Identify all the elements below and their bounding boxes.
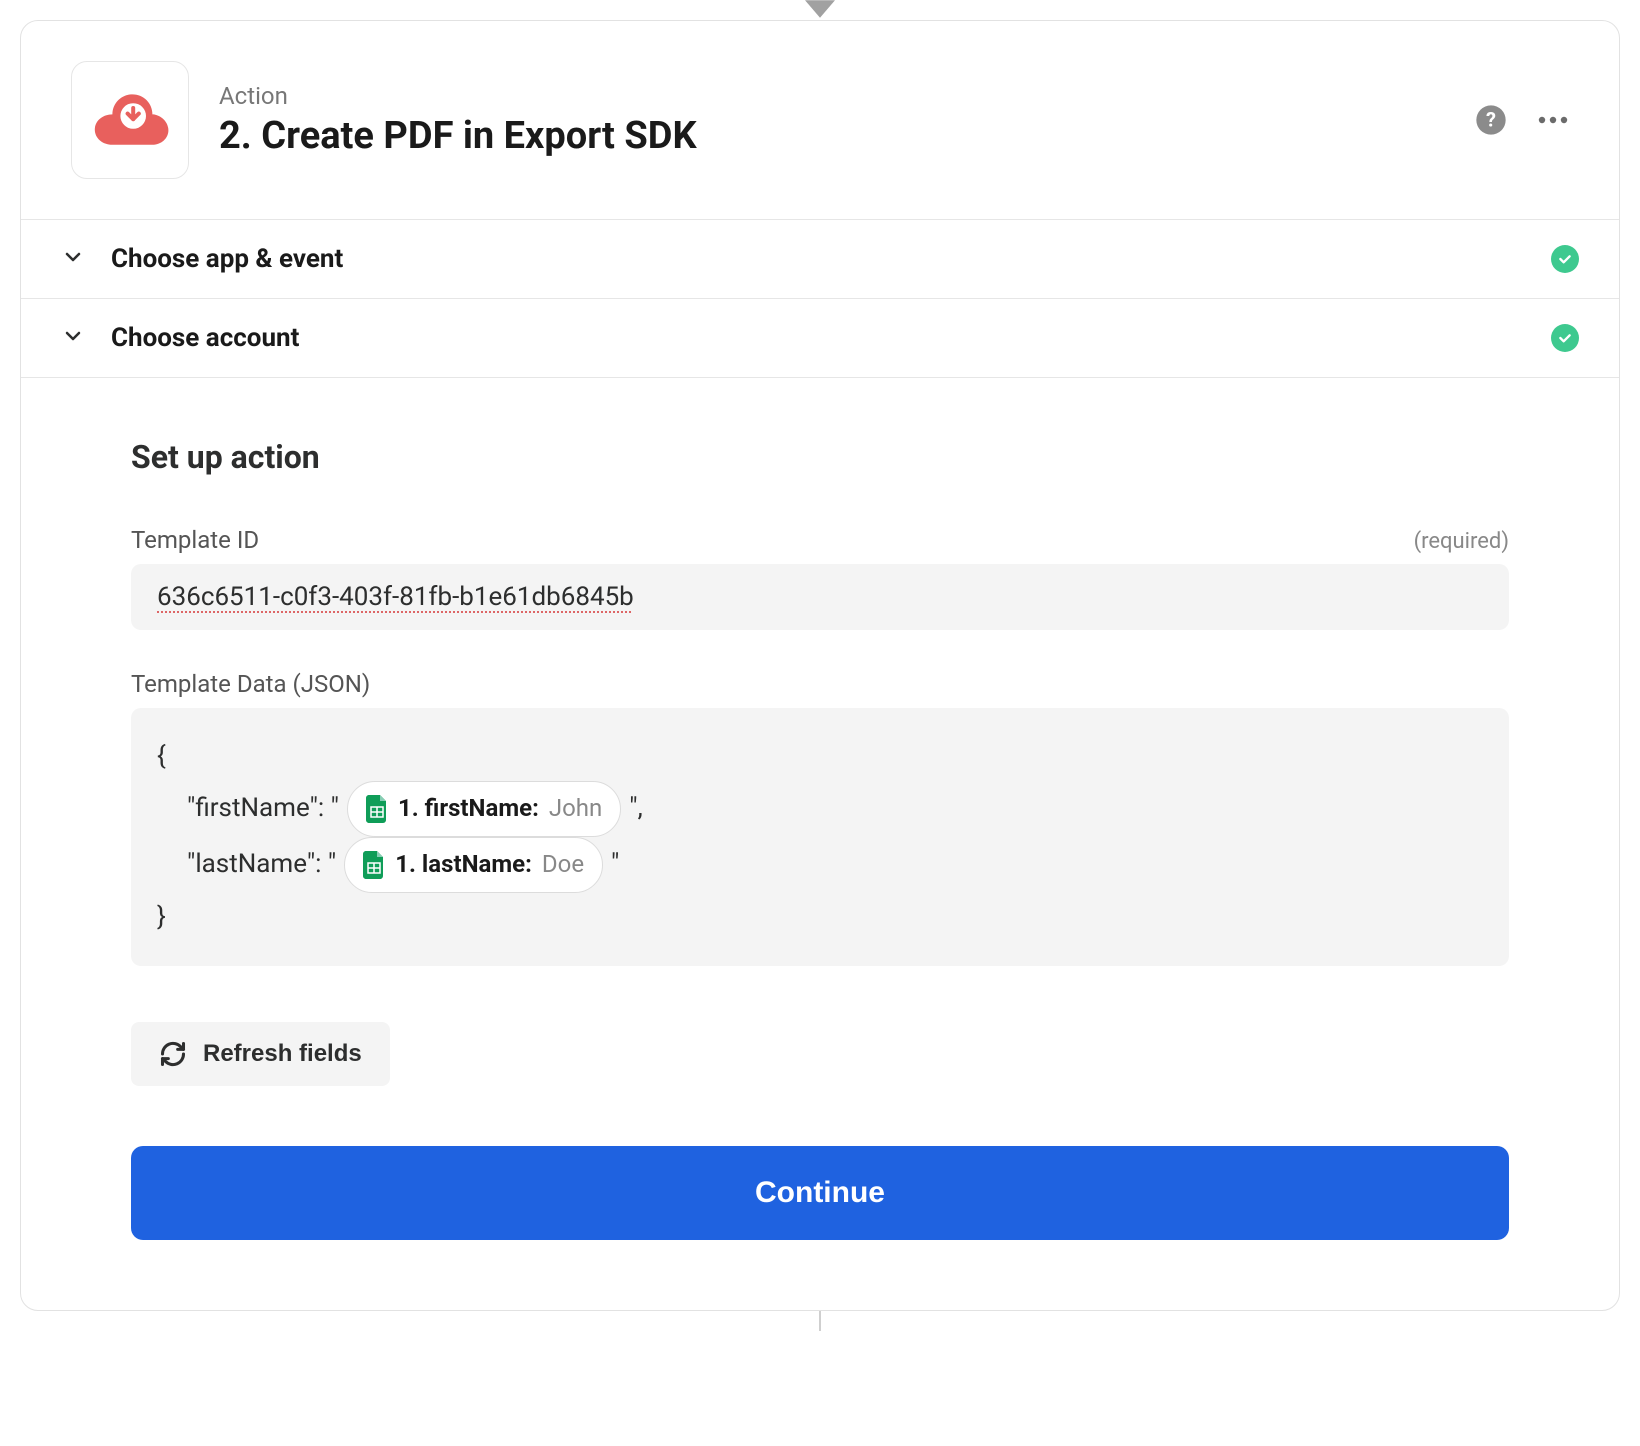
field-pill-lastname[interactable]: 1. lastName: Doe <box>344 837 603 893</box>
field-pill-firstname[interactable]: 1. firstName: John <box>347 781 621 837</box>
template-data-input[interactable]: { "firstName": " 1. firstName: John ", "… <box>131 708 1509 966</box>
template-id-value: 636c6511-c0f3-403f-81fb-b1e61db6845b <box>157 582 634 612</box>
cloud-download-icon <box>90 90 170 150</box>
header-kicker: Action <box>219 82 1445 110</box>
section-heading: Set up action <box>131 438 1509 476</box>
check-badge <box>1551 245 1579 273</box>
refresh-label: Refresh fields <box>203 1040 362 1068</box>
required-label: (required) <box>1414 529 1509 554</box>
sheets-icon <box>366 795 388 823</box>
chevron-down-icon <box>61 324 85 352</box>
refresh-fields-button[interactable]: Refresh fields <box>131 1022 390 1086</box>
section-set-up-action: Set up action Template ID (required) 636… <box>21 377 1619 1310</box>
svg-text:?: ? <box>1486 108 1496 132</box>
header-title: 2. Create PDF in Export SDK <box>219 114 1445 158</box>
connector-arrow-top <box>20 0 1620 20</box>
section-label: Choose app & event <box>111 244 1525 274</box>
connector-line-bottom <box>20 1311 1620 1331</box>
sheets-icon <box>363 851 385 879</box>
template-id-label: Template ID <box>131 526 259 554</box>
card-header: Action 2. Create PDF in Export SDK ? <box>21 21 1619 219</box>
json-line-lastname: "lastName": " 1. lastName: Doe " <box>157 837 1483 893</box>
app-icon <box>71 61 189 179</box>
section-choose-account[interactable]: Choose account <box>21 298 1619 377</box>
continue-button[interactable]: Continue <box>131 1146 1509 1240</box>
json-close-brace: } <box>157 893 1483 942</box>
template-id-input[interactable]: 636c6511-c0f3-403f-81fb-b1e61db6845b <box>131 564 1509 630</box>
more-menu-icon[interactable] <box>1537 116 1569 124</box>
check-badge <box>1551 324 1579 352</box>
chevron-down-icon <box>61 245 85 273</box>
help-icon[interactable]: ? <box>1475 104 1507 136</box>
json-line-firstname: "firstName": " 1. firstName: John ", <box>157 781 1483 837</box>
action-card: Action 2. Create PDF in Export SDK ? Cho… <box>20 20 1620 1311</box>
template-data-label: Template Data (JSON) <box>131 670 370 698</box>
section-choose-app-event[interactable]: Choose app & event <box>21 219 1619 298</box>
section-label: Choose account <box>111 323 1525 353</box>
refresh-icon <box>159 1040 187 1068</box>
json-open-brace: { <box>157 732 1483 781</box>
